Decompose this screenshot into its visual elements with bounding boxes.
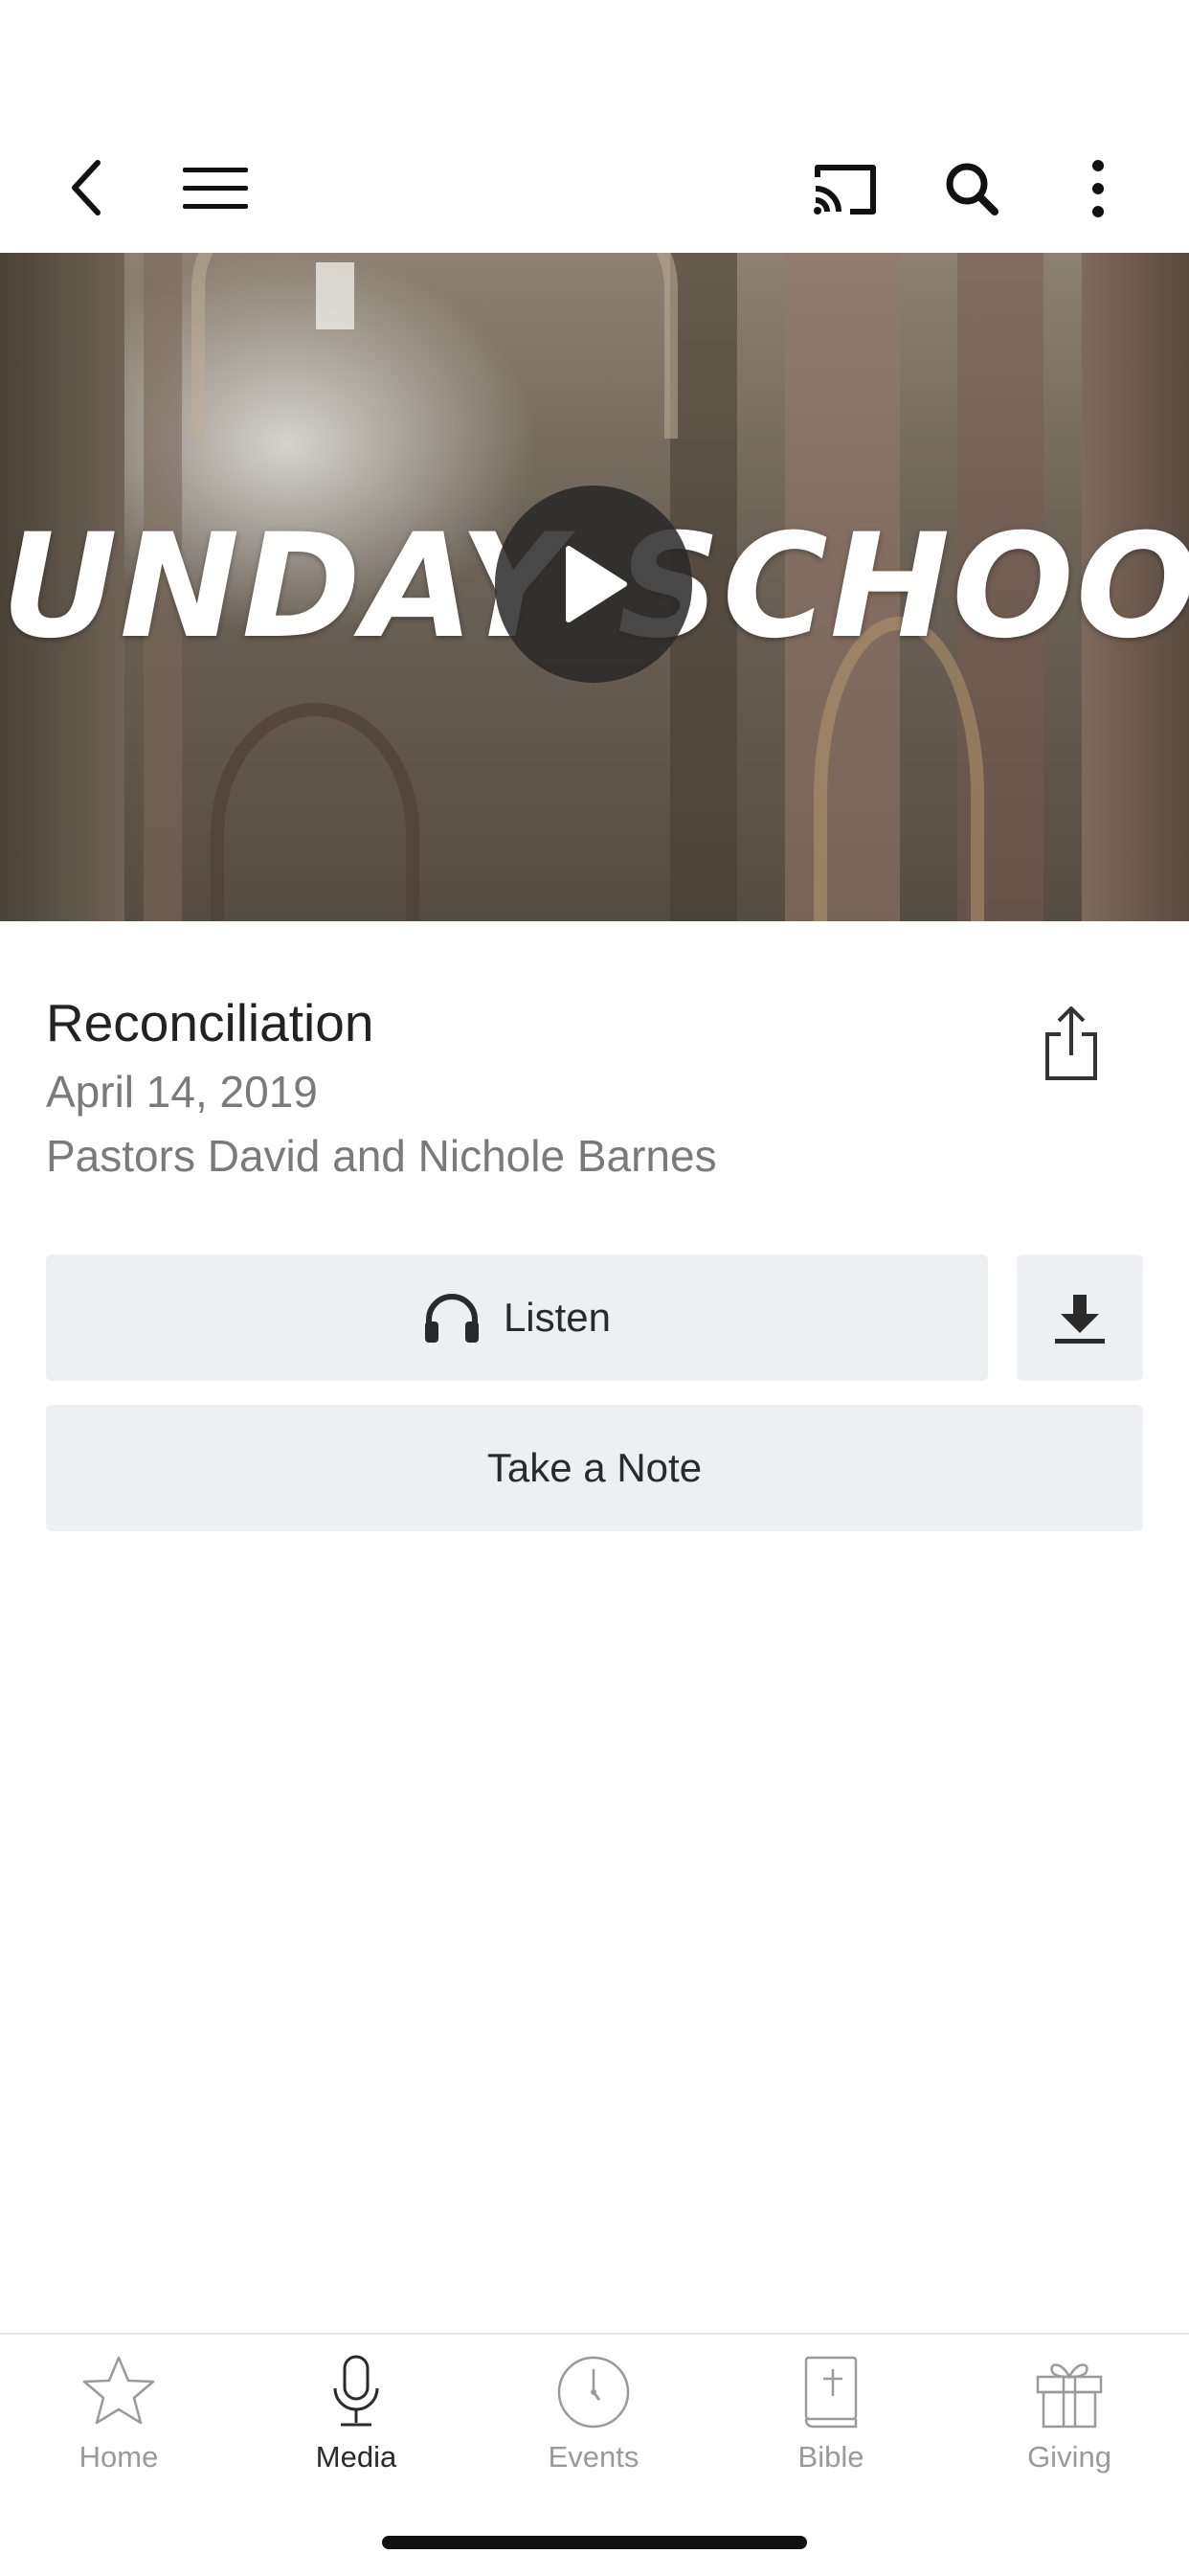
hamburger-menu-icon <box>183 168 248 209</box>
take-note-button[interactable]: Take a Note <box>46 1405 1143 1531</box>
tab-home-label: Home <box>79 2440 159 2474</box>
tab-bible[interactable]: Bible <box>712 2335 950 2497</box>
share-icon <box>1045 1006 1097 1080</box>
bible-icon <box>804 2356 858 2429</box>
search-icon <box>946 163 998 215</box>
headphones-icon <box>424 1294 479 1343</box>
tab-home[interactable]: Home <box>0 2335 237 2497</box>
download-icon <box>1055 1295 1105 1344</box>
video-thumbnail[interactable]: SUNDAY SCHOOL <box>0 253 1189 921</box>
back-button[interactable] <box>57 153 115 222</box>
download-button[interactable] <box>1017 1254 1143 1381</box>
cast-button[interactable] <box>810 159 881 220</box>
star-icon <box>82 2356 155 2425</box>
clock-icon <box>557 2356 630 2429</box>
tab-giving[interactable]: Giving <box>950 2335 1189 2497</box>
tab-media-label: Media <box>315 2440 397 2474</box>
tab-events-label: Events <box>548 2440 639 2474</box>
tab-giving-label: Giving <box>1027 2440 1111 2474</box>
tab-media[interactable]: Media <box>237 2335 475 2497</box>
search-button[interactable] <box>942 159 1001 218</box>
media-speaker: Pastors David and Nichole Barnes <box>46 1131 717 1181</box>
listen-label: Listen <box>503 1295 612 1340</box>
more-options-button[interactable] <box>1082 157 1114 220</box>
take-note-label: Take a Note <box>486 1445 703 1490</box>
media-title: Reconciliation <box>46 993 374 1052</box>
play-button[interactable] <box>495 486 692 683</box>
cast-icon <box>814 165 876 215</box>
tab-bible-label: Bible <box>797 2440 864 2474</box>
tab-events[interactable]: Events <box>475 2335 712 2497</box>
menu-button[interactable] <box>182 163 249 215</box>
share-button[interactable] <box>1038 1002 1105 1084</box>
microphone-icon <box>333 2355 379 2427</box>
listen-button[interactable]: Listen <box>46 1254 988 1381</box>
more-vertical-icon <box>1092 160 1104 217</box>
play-icon <box>566 546 627 622</box>
home-indicator <box>382 2536 807 2549</box>
gift-icon <box>1036 2363 1103 2429</box>
media-date: April 14, 2019 <box>46 1067 318 1117</box>
chevron-left-icon <box>72 160 101 215</box>
